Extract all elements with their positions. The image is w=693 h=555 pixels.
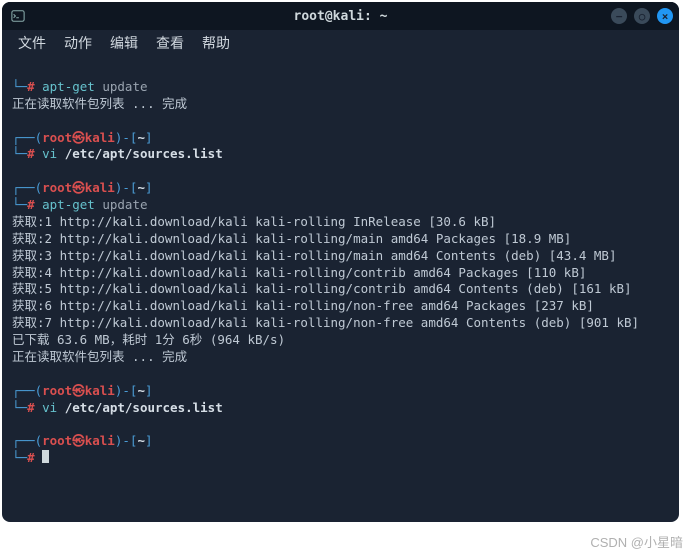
- prompt-pathend: ]: [145, 383, 153, 398]
- prompt-user: root: [42, 383, 72, 398]
- output-line: 获取:6 http://kali.download/kali kali-roll…: [12, 298, 594, 313]
- prompt-open: ┌──(: [12, 433, 42, 448]
- cmd-vi: vi: [35, 146, 58, 161]
- prompt-pathend: ]: [145, 433, 153, 448]
- menu-file[interactable]: 文件: [10, 31, 54, 55]
- prompt-open: ┌──(: [12, 180, 42, 195]
- prompt-pathstart: -[: [122, 383, 137, 398]
- output-line: 获取:3 http://kali.download/kali kali-roll…: [12, 248, 616, 263]
- menu-edit[interactable]: 编辑: [102, 31, 146, 55]
- prompt-open: ┌──(: [12, 130, 42, 145]
- menubar: 文件 动作 编辑 查看 帮助: [2, 30, 679, 56]
- prompt-at: ㉿: [72, 180, 85, 195]
- output-line: 获取:2 http://kali.download/kali kali-roll…: [12, 231, 571, 246]
- prompt-pathstart: -[: [122, 433, 137, 448]
- prompt-pathstart: -[: [122, 130, 137, 145]
- menu-actions[interactable]: 动作: [56, 31, 100, 55]
- prompt-l2: └─: [12, 146, 27, 161]
- prompt-pathstart: -[: [122, 180, 137, 195]
- prompt-user: root: [42, 433, 72, 448]
- maximize-button[interactable]: ○: [634, 8, 650, 24]
- prompt-open: ┌──(: [12, 383, 42, 398]
- terminal-output[interactable]: └─# apt-get update 正在读取软件包列表 ... 完成 ┌──(…: [2, 56, 679, 490]
- prompt-path: ~: [137, 383, 145, 398]
- output-line: 获取:1 http://kali.download/kali kali-roll…: [12, 214, 496, 229]
- prompt-l2: └─: [12, 450, 27, 465]
- prompt-at: ㉿: [72, 130, 85, 145]
- prompt-l2: └─: [12, 400, 27, 415]
- output-line: 获取:4 http://kali.download/kali kali-roll…: [12, 265, 586, 280]
- cursor: [42, 450, 49, 463]
- prompt-l2: └─: [12, 197, 27, 212]
- prompt-at: ㉿: [72, 433, 85, 448]
- prompt-path: ~: [137, 130, 145, 145]
- cmd-apt: apt-get: [35, 79, 95, 94]
- prompt-pathend: ]: [145, 130, 153, 145]
- terminal-window: root@kali: ~ − ○ × 文件 动作 编辑 查看 帮助 └─# ap…: [2, 2, 679, 522]
- output-line: 正在读取软件包列表 ... 完成: [12, 96, 187, 111]
- titlebar[interactable]: root@kali: ~ − ○ ×: [2, 2, 679, 30]
- prompt-hash: #: [27, 146, 35, 161]
- prompt-host: kali: [85, 383, 115, 398]
- prompt-hash: #: [27, 400, 35, 415]
- prompt-path: ~: [137, 433, 145, 448]
- prompt-at: ㉿: [72, 383, 85, 398]
- close-button[interactable]: ×: [657, 8, 673, 24]
- menu-view[interactable]: 查看: [148, 31, 192, 55]
- output-line: 获取:7 http://kali.download/kali kali-roll…: [12, 315, 639, 330]
- cmd-apt: apt-get: [35, 197, 95, 212]
- output-line: 已下载 63.6 MB，耗时 1分 6秒 (964 kB/s): [12, 332, 285, 347]
- prompt-hash: #: [27, 79, 35, 94]
- minimize-button[interactable]: −: [611, 8, 627, 24]
- cmd-arg: /etc/apt/sources.list: [57, 400, 223, 415]
- watermark: CSDN @小星暗: [590, 532, 683, 551]
- menu-help[interactable]: 帮助: [194, 31, 238, 55]
- prompt-user: root: [42, 180, 72, 195]
- prompt-user: root: [42, 130, 72, 145]
- window-title: root@kali: ~: [294, 9, 388, 24]
- prompt-hash: └─: [12, 79, 27, 94]
- prompt-host: kali: [85, 130, 115, 145]
- window-controls: − ○ ×: [611, 8, 673, 24]
- cmd-vi: vi: [35, 400, 58, 415]
- prompt-path: ~: [137, 180, 145, 195]
- prompt-host: kali: [85, 433, 115, 448]
- output-line: 正在读取软件包列表 ... 完成: [12, 349, 187, 364]
- cmd-arg: update: [95, 79, 148, 94]
- prompt-pathend: ]: [145, 180, 153, 195]
- prompt-hash: #: [27, 197, 35, 212]
- cmd-arg: /etc/apt/sources.list: [57, 146, 223, 161]
- cmd-arg: update: [95, 197, 148, 212]
- prompt-hash: #: [27, 450, 35, 465]
- output-line: 获取:5 http://kali.download/kali kali-roll…: [12, 281, 632, 296]
- app-icon: [10, 8, 26, 24]
- prompt-host: kali: [85, 180, 115, 195]
